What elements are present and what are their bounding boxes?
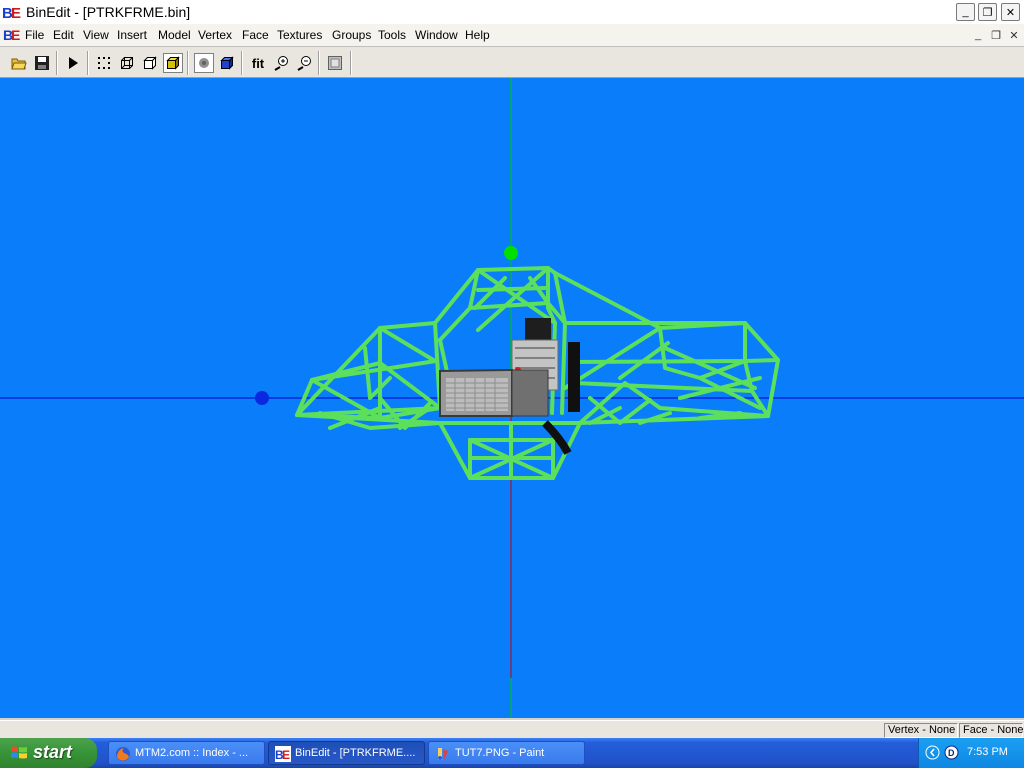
face-status: Face - None	[959, 723, 1024, 738]
menu-textures[interactable]: Textures	[277, 28, 322, 42]
svg-text:E: E	[282, 748, 290, 762]
save-icon	[35, 56, 49, 70]
hidden-line-mode-button[interactable]	[140, 53, 160, 73]
taskbar-item-label: TUT7.PNG - Paint	[455, 747, 545, 759]
svg-text:E: E	[11, 27, 20, 43]
open-folder-icon	[11, 58, 27, 70]
toolbar-separator	[56, 51, 58, 75]
document-logo-icon[interactable]: B E	[3, 26, 21, 43]
binedit-logo-icon: B E	[2, 5, 21, 21]
menu-bar: B E File Edit View Insert Model Vertex F…	[0, 24, 1024, 47]
menu-file[interactable]: File	[25, 28, 44, 42]
toolbar: fit	[0, 47, 1024, 78]
toolbar-separator	[350, 51, 352, 75]
chevron-left-icon[interactable]	[925, 745, 940, 760]
toolbar-separator	[241, 51, 243, 75]
grid-icon	[328, 56, 342, 70]
menu-model[interactable]: Model	[158, 28, 191, 42]
firefox-icon	[116, 747, 130, 761]
minimize-icon: _	[962, 6, 969, 18]
save-button[interactable]	[32, 53, 52, 73]
paint-icon	[438, 748, 448, 760]
clock[interactable]: 7:53 PM	[967, 746, 1008, 758]
menu-vertex[interactable]: Vertex	[198, 28, 232, 42]
windows-logo-icon	[11, 746, 27, 759]
menu-view[interactable]: View	[83, 28, 109, 42]
taskbar-item-label: MTM2.com :: Index - ...	[135, 747, 249, 759]
menu-groups[interactable]: Groups	[332, 28, 371, 42]
wireframe-mode-button[interactable]	[117, 53, 137, 73]
toolbar-separator	[87, 51, 89, 75]
maximize-button[interactable]: ❐	[978, 3, 997, 21]
window-title: BinEdit - [PTRKFRME.bin]	[26, 4, 191, 20]
vertices-icon	[98, 57, 110, 69]
close-button[interactable]: ✕	[1001, 3, 1020, 21]
mdi-minimize-button[interactable]: _	[970, 28, 986, 42]
zoom-out-button[interactable]	[294, 53, 314, 73]
binedit-icon: BE	[275, 746, 291, 762]
taskbar: start MTM2.com :: Index - ... BE BinEdit…	[0, 738, 1024, 768]
minimize-button[interactable]: _	[956, 3, 975, 21]
system-tray: D 7:53 PM	[918, 738, 1024, 768]
toolbar-separator	[187, 51, 189, 75]
point-icon	[199, 58, 209, 68]
menu-edit[interactable]: Edit	[53, 28, 74, 42]
y-axis-handle[interactable]	[504, 246, 518, 260]
grille-plate	[439, 368, 549, 417]
vertex-status: Vertex - None	[884, 723, 958, 738]
taskbar-item-binedit[interactable]: BE BinEdit - [PTRKFRME....	[268, 741, 425, 765]
status-bar: Vertex - None Face - None	[0, 720, 1024, 739]
grid-toggle-button[interactable]	[325, 53, 345, 73]
vertices-mode-button[interactable]	[94, 53, 114, 73]
menu-insert[interactable]: Insert	[117, 28, 147, 42]
solid-box-icon	[166, 56, 180, 70]
svg-text:D: D	[948, 748, 955, 758]
menu-tools[interactable]: Tools	[378, 28, 406, 42]
zoom-in-button[interactable]	[271, 53, 291, 73]
mdi-restore-button[interactable]: ❐	[988, 28, 1004, 42]
start-label: start	[33, 742, 73, 762]
tray-app-icon[interactable]: D	[944, 745, 959, 760]
taskbar-item-paint[interactable]: TUT7.PNG - Paint	[428, 741, 585, 765]
play-button[interactable]	[63, 53, 83, 73]
zoom-out-icon	[297, 56, 311, 71]
restore-icon: ❐	[982, 6, 993, 19]
box-outline-icon	[143, 56, 157, 70]
3d-viewport[interactable]	[0, 78, 1024, 718]
title-bar[interactable]: B E BinEdit - [PTRKFRME.bin] _ ❐ ✕	[0, 0, 1024, 25]
menu-window[interactable]: Window	[415, 28, 458, 42]
cube-select-button[interactable]	[217, 53, 237, 73]
svg-text:E: E	[11, 5, 21, 21]
start-button[interactable]: start	[0, 738, 97, 768]
taskbar-item-mtm2[interactable]: MTM2.com :: Index - ...	[108, 741, 265, 765]
toolbar-separator	[318, 51, 320, 75]
open-button[interactable]	[9, 53, 29, 73]
mdi-close-button[interactable]: ✕	[1006, 28, 1022, 42]
cube-icon	[220, 56, 234, 70]
fit-button[interactable]: fit	[248, 53, 268, 73]
model-canvas[interactable]	[0, 78, 1024, 718]
taskbar-item-label: BinEdit - [PTRKFRME....	[295, 747, 416, 759]
zoom-in-icon	[274, 56, 288, 71]
wireframe-icon	[121, 57, 133, 69]
point-select-button[interactable]	[194, 53, 214, 73]
solid-mode-button[interactable]	[163, 53, 183, 73]
menu-help[interactable]: Help	[465, 28, 490, 42]
play-icon	[69, 57, 78, 69]
menu-face[interactable]: Face	[242, 28, 269, 42]
x-axis-handle[interactable]	[255, 391, 269, 405]
close-icon: ✕	[1005, 6, 1016, 19]
